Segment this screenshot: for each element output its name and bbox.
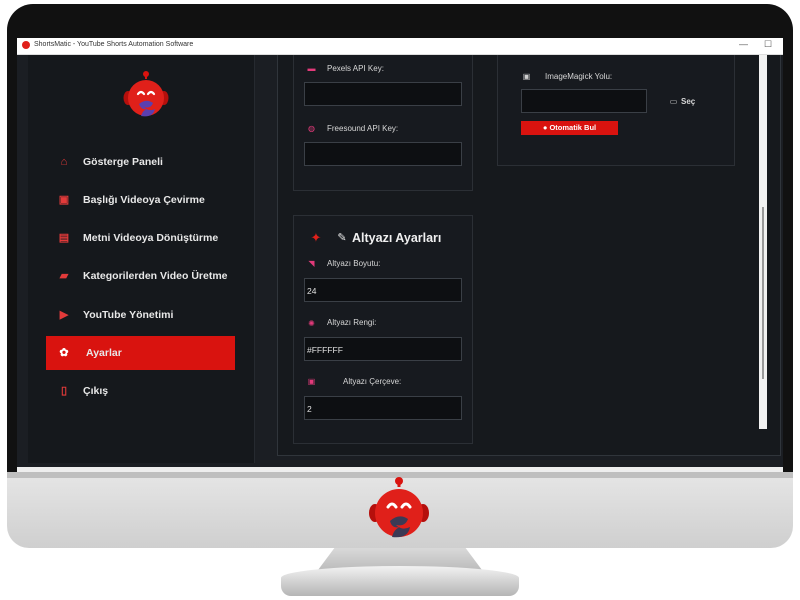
- subtitle-color-label: Altyazı Rengi:: [327, 318, 377, 327]
- title-video-icon: ▣: [58, 194, 70, 206]
- dashboard-icon: ⌂: [60, 156, 68, 168]
- subtitle-settings-card: ✦ ✎ Altyazı Ayarları ◥ Altyazı Boyutu: 2…: [293, 215, 473, 444]
- image-icon: ▣: [522, 72, 531, 81]
- sparkle-icon: ✦: [310, 230, 322, 245]
- sidebar-item-label: Ayarlar: [86, 347, 122, 359]
- auto-find-label: Otomatik Bul: [549, 123, 597, 132]
- minimize-button[interactable]: —: [739, 39, 748, 49]
- imagemagick-card: ▣ ImageMagick Yolu: ▭ Seç ● Otomatik Bul: [497, 55, 735, 166]
- sidebar-item-label: Metni Videoya Dönüştürme: [83, 232, 219, 244]
- app-window: ⌂ Gösterge Paneli ▣ Başlığı Videoya Çevi…: [17, 55, 783, 472]
- freesound-api-input[interactable]: [304, 142, 462, 166]
- subtitle-color-input[interactable]: #FFFFFF: [304, 337, 462, 361]
- imagemagick-label: ImageMagick Yolu:: [545, 72, 613, 81]
- pexels-icon: ▬: [307, 64, 316, 73]
- gear-icon: ✿: [59, 347, 69, 359]
- palette-icon: ✺: [308, 319, 315, 328]
- sidebar-item-label: YouTube Yönetimi: [83, 309, 174, 321]
- sidebar-item-category-video[interactable]: ▰ Kategorilerden Video Üretme: [46, 259, 235, 293]
- exit-icon: ▯: [60, 385, 68, 397]
- sidebar-item-dashboard[interactable]: ⌂ Gösterge Paneli: [46, 145, 235, 179]
- monitor-stand-base: [281, 566, 519, 596]
- app-icon: [22, 41, 30, 49]
- clapperboard-icon: ▰: [59, 270, 69, 282]
- subtitle-border-input[interactable]: 2: [304, 396, 462, 420]
- scrollbar-thumb[interactable]: [762, 207, 764, 379]
- edit-document-icon: ✎: [337, 232, 347, 244]
- sidebar-item-label: Kategorilerden Video Üretme: [83, 270, 228, 282]
- brand-logo-icon: [123, 71, 169, 117]
- subtitle-settings-title: Altyazı Ayarları: [352, 231, 442, 245]
- folder-icon: ▭: [669, 97, 678, 106]
- screen: ShortsMatic - YouTube Shorts Automation …: [17, 38, 783, 472]
- sidebar: ⌂ Gösterge Paneli ▣ Başlığı Videoya Çevi…: [28, 55, 255, 463]
- maximize-button[interactable]: ☐: [764, 39, 772, 50]
- freesound-api-label: Freesound API Key:: [327, 124, 399, 133]
- freesound-icon: ◍: [308, 124, 315, 133]
- brand-logo-chin: [369, 477, 429, 538]
- youtube-icon: ▶: [59, 309, 69, 321]
- window-title: ShortsMatic - YouTube Shorts Automation …: [34, 41, 194, 48]
- subtitle-border-label: Altyazı Çerçeve:: [343, 377, 402, 386]
- subtitle-size-label: Altyazı Boyutu:: [327, 259, 381, 268]
- subtitle-size-input[interactable]: 24: [304, 278, 462, 302]
- pexels-api-label: Pexels API Key:: [327, 64, 384, 73]
- frame-icon: ▣: [307, 377, 316, 386]
- window-titlebar: ShortsMatic - YouTube Shorts Automation …: [17, 38, 783, 55]
- sidebar-item-label: Gösterge Paneli: [83, 156, 163, 168]
- ruler-icon: ◥: [308, 259, 315, 268]
- sidebar-item-exit[interactable]: ▯ Çıkış: [46, 374, 235, 408]
- settings-panel: ▬ Pexels API Key: ◍ Freesound API Key: ▣…: [277, 55, 781, 456]
- sidebar-item-text-to-video[interactable]: ▤ Metni Videoya Dönüştürme: [46, 221, 235, 255]
- sidebar-item-youtube[interactable]: ▶ YouTube Yönetimi: [46, 298, 235, 332]
- screen-bottom-strip: [17, 467, 783, 472]
- browse-button[interactable]: Seç: [681, 97, 695, 106]
- api-keys-card: ▬ Pexels API Key: ◍ Freesound API Key:: [293, 55, 473, 191]
- sidebar-item-title-to-video[interactable]: ▣ Başlığı Videoya Çevirme: [46, 183, 235, 217]
- document-icon: ▤: [58, 232, 70, 244]
- sidebar-item-label: Çıkış: [83, 385, 109, 397]
- sidebar-item-label: Başlığı Videoya Çevirme: [83, 194, 205, 206]
- sidebar-item-settings[interactable]: ✿ Ayarlar: [46, 336, 235, 370]
- imagemagick-path-input[interactable]: [521, 89, 647, 113]
- auto-find-button[interactable]: ● Otomatik Bul: [521, 121, 618, 135]
- pexels-api-input[interactable]: [304, 82, 462, 106]
